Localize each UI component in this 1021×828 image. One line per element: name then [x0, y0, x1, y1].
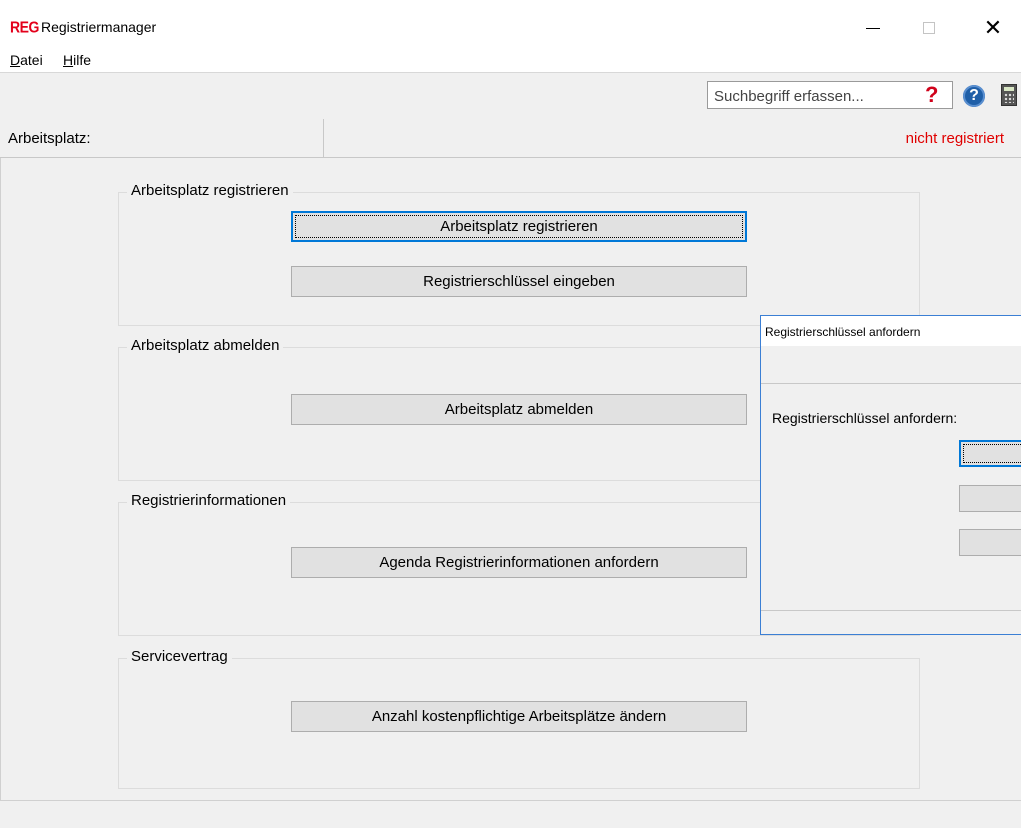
red-question-icon[interactable]: ?	[925, 82, 938, 108]
menu-bar: Datei Hilfe	[0, 48, 1021, 72]
group-service-title: Servicevertrag	[127, 648, 232, 665]
search-input[interactable]	[707, 81, 953, 109]
group-register-title: Arbeitsplatz registrieren	[127, 182, 293, 199]
group-service: Servicevertrag Anzahl kostenpflichtige A…	[118, 648, 920, 789]
change-paid-workstations-label: Anzahl kostenpflichtige Arbeitsplätze än…	[371, 708, 667, 725]
blue-help-circle-icon[interactable]: ?	[963, 85, 985, 107]
app-logo-icon: REG	[10, 17, 39, 37]
dialog-title: Registrierschlüssel anfordern	[765, 325, 921, 339]
enter-key-button[interactable]: Registrierschlüssel eingeben	[291, 266, 747, 297]
bottom-bar	[0, 800, 1021, 828]
window-title: Registriermanager	[41, 19, 157, 35]
dialog-toolbar	[761, 346, 1021, 384]
calculator-icon[interactable]	[1001, 84, 1017, 106]
maximize-button[interactable]	[906, 10, 952, 46]
status-row: Arbeitsplatz: nicht registriert	[0, 119, 1021, 158]
dialog-divider	[761, 610, 1021, 611]
menu-hilfe-label: ilfe	[73, 52, 92, 68]
group-register: Arbeitsplatz registrieren Arbeitsplatz r…	[118, 182, 920, 326]
close-button[interactable]: ✕	[970, 10, 1016, 46]
focus-rectangle	[963, 444, 1021, 463]
toolbar: ? ?	[0, 72, 1021, 120]
unregister-workstation-label: Arbeitsplatz abmelden	[444, 401, 594, 418]
app-window: REG Registriermanager ✕ Datei Hilfe ? ? …	[0, 0, 1021, 828]
group-unregister-title: Arbeitsplatz abmelden	[127, 337, 284, 354]
group-info-title: Registrierinformationen	[127, 492, 291, 509]
menu-datei-accelerator: D	[10, 52, 21, 68]
menu-datei-label: atei	[20, 52, 43, 68]
dialog-title-bar[interactable]: Registrierschlüssel anfordern	[761, 316, 1021, 346]
dialog-label: Registrierschlüssel anfordern:	[772, 410, 958, 426]
focus-rectangle	[295, 215, 743, 238]
menu-hilfe-accelerator: H	[63, 52, 74, 68]
minimize-icon	[866, 27, 880, 29]
unregister-workstation-button[interactable]: Arbeitsplatz abmelden	[291, 394, 747, 425]
menu-hilfe[interactable]: Hilfe	[63, 52, 91, 68]
title-bar[interactable]: REG Registriermanager ✕	[0, 0, 1021, 48]
request-key-dialog: Registrierschlüssel anfordern Registrier…	[760, 315, 1021, 635]
register-workstation-button[interactable]: Arbeitsplatz registrieren	[291, 211, 747, 242]
close-icon: ✕	[983, 15, 1003, 40]
dialog-button-2[interactable]	[959, 485, 1021, 512]
registration-status: nicht registriert	[905, 130, 1004, 147]
workstation-label: Arbeitsplatz:	[8, 130, 91, 147]
enter-key-label: Registrierschlüssel eingeben	[423, 273, 615, 290]
dialog-button-1[interactable]	[959, 440, 1021, 467]
request-info-label: Agenda Registrierinformationen anfordern	[379, 554, 659, 571]
request-info-button[interactable]: Agenda Registrierinformationen anfordern	[291, 547, 747, 578]
minimize-button[interactable]	[850, 10, 896, 46]
dialog-button-3[interactable]	[959, 529, 1021, 556]
menu-datei[interactable]: Datei	[10, 52, 43, 68]
maximize-icon	[923, 22, 935, 34]
change-paid-workstations-button[interactable]: Anzahl kostenpflichtige Arbeitsplätze än…	[291, 701, 747, 732]
status-label-cell: Arbeitsplatz:	[0, 119, 324, 157]
